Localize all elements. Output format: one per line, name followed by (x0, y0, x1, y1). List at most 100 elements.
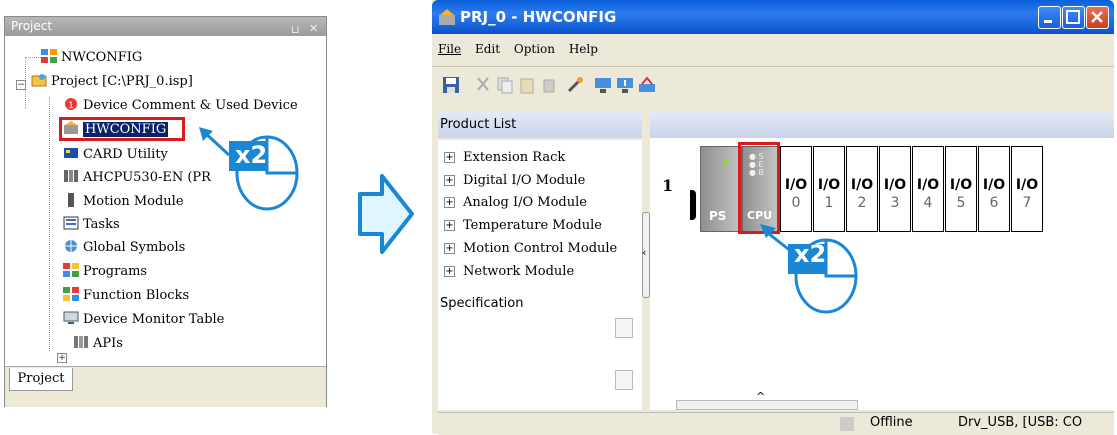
collapse-icon[interactable]: − (16, 80, 26, 90)
io-slot-5[interactable]: I/O 5 (945, 146, 977, 232)
expand-icon[interactable]: + (444, 152, 455, 163)
scan-icon[interactable] (566, 76, 584, 94)
menu-bar: File Edit Option Help (438, 42, 608, 62)
tree-item-label: Function Blocks (83, 288, 190, 303)
paste-icon[interactable] (518, 76, 536, 94)
product-item-analog-io[interactable]: + Analog I/O Module (444, 195, 587, 210)
copy-icon[interactable] (496, 76, 514, 94)
scroll-down-button[interactable] (615, 370, 633, 390)
io-slot-number: 1 (824, 195, 834, 211)
tree-item-function-blocks[interactable]: Function Blocks (63, 287, 189, 303)
product-item-temperature[interactable]: + Temperature Module (444, 218, 602, 233)
save-icon[interactable] (442, 76, 460, 94)
separator (432, 66, 1114, 67)
expand-icon[interactable]: + (57, 353, 67, 363)
minimize-button[interactable] (1038, 6, 1061, 29)
tree-item-label: Device Comment & Used Device (83, 98, 298, 113)
expand-icon[interactable]: + (444, 266, 455, 277)
programs-icon (63, 263, 79, 277)
io-label: I/O (1015, 177, 1039, 193)
io-slot-3[interactable]: I/O 3 (879, 146, 911, 232)
status-bar: Offline Drv_USB, [USB: CO (438, 412, 1114, 435)
scroll-up-button[interactable] (615, 318, 633, 338)
hardware-config-icon (439, 9, 455, 25)
delete-icon[interactable] (540, 76, 558, 94)
power-supply-module[interactable]: PS (700, 146, 742, 232)
splitter[interactable]: ‹ (642, 112, 650, 412)
chevron-up-icon[interactable]: ^ (756, 390, 765, 403)
tree-item-device-monitor-table[interactable]: Device Monitor Table (63, 311, 224, 327)
project-panel: Project ⊔ ✕ − + NWCONFIG Project [C:\PRJ… (4, 16, 327, 407)
expand-icon[interactable]: + (444, 197, 455, 208)
tree-item-label: Motion Module (83, 194, 184, 209)
expand-icon[interactable]: + (444, 175, 455, 186)
io-label: I/O (784, 177, 808, 193)
tree-item-card-utility[interactable]: CARD Utility (63, 146, 168, 162)
rack-number: 1 (662, 176, 674, 195)
io-slot-number: 3 (890, 195, 900, 211)
product-item-network[interactable]: + Network Module (444, 264, 574, 279)
status-connection: Drv_USB, [USB: CO (958, 415, 1083, 430)
tree-item-hwconfig[interactable]: HWCONFIG (59, 117, 185, 141)
io-slot-1[interactable]: I/O 1 (813, 146, 845, 232)
tree-item-cpu-device[interactable]: AHCPU530-EN (PR (63, 169, 211, 185)
tree-item-label: Programs (83, 264, 148, 279)
tree-item-motion-module[interactable]: Motion Module (63, 193, 184, 209)
maximize-button[interactable] (1062, 6, 1085, 29)
io-slot-6[interactable]: I/O 6 (978, 146, 1010, 232)
menu-file[interactable]: File (438, 42, 461, 56)
tree-item-tasks[interactable]: Tasks (63, 216, 120, 232)
io-label: I/O (982, 177, 1006, 193)
tree-item-project[interactable]: Project [C:\PRJ_0.isp] (31, 73, 193, 89)
expand-icon[interactable]: + (444, 243, 455, 254)
io-slot-2[interactable]: I/O 2 (846, 146, 878, 232)
tree-item-label: APIs (93, 336, 123, 351)
io-slot-number: 0 (791, 195, 801, 211)
tab-project[interactable]: Project (9, 368, 73, 391)
tree-item-device-comment[interactable]: 1 Device Comment & Used Device (63, 97, 298, 113)
product-item-digital-io[interactable]: + Digital I/O Module (444, 173, 585, 188)
highlight-box (59, 117, 185, 141)
menu-edit[interactable]: Edit (475, 42, 500, 56)
project-panel-title: Project (11, 19, 53, 33)
cut-icon[interactable] (474, 76, 492, 94)
chevron-left-icon[interactable]: ‹ (642, 246, 646, 259)
pin-icon[interactable]: ⊔ (291, 20, 300, 39)
horizontal-scrollbar[interactable] (676, 400, 858, 410)
io-slot-number: 2 (857, 195, 867, 211)
expand-icon[interactable]: + (444, 220, 455, 231)
tree-item-label: AHCPU530-EN (PR (83, 170, 211, 185)
double-click-badge: x2 (235, 141, 268, 169)
download-icon[interactable] (594, 76, 612, 94)
tree-item-apis[interactable]: APIs (73, 335, 123, 351)
highlight-box (738, 142, 780, 234)
menu-help[interactable]: Help (569, 42, 598, 56)
tree-item-label: Project [C:\PRJ_0.isp] (51, 74, 193, 89)
product-list-header: Product List (438, 112, 642, 138)
tree-item-label: Device Monitor Table (83, 312, 225, 327)
io-slot-number: 4 (923, 195, 933, 211)
tree-item-programs[interactable]: Programs (63, 263, 147, 279)
tree-item-global-symbols[interactable]: Global Symbols (63, 239, 185, 255)
tree-item-nwconfig[interactable]: NWCONFIG (41, 49, 142, 65)
product-item-motion-control[interactable]: + Motion Control Module (444, 241, 617, 256)
specification-header: Specification (440, 296, 524, 311)
product-item-label: Temperature Module (463, 218, 602, 233)
close-icon[interactable]: ✕ (309, 19, 318, 38)
online-mode-icon[interactable] (638, 76, 656, 94)
upload-icon[interactable] (616, 76, 634, 94)
io-slot-0[interactable]: I/O 0 (780, 146, 812, 232)
io-slot-4[interactable]: I/O 4 (912, 146, 944, 232)
io-slot-7[interactable]: I/O 7 (1011, 146, 1043, 232)
close-button[interactable] (1086, 6, 1109, 29)
io-label: I/O (883, 177, 907, 193)
double-click-callout (760, 224, 858, 314)
product-item-extension-rack[interactable]: + Extension Rack (444, 150, 565, 165)
tree-line (49, 97, 50, 351)
motion-module-icon (63, 193, 79, 207)
status-mode: Offline (870, 415, 913, 430)
device-comment-icon: 1 (63, 97, 79, 111)
tree-line (25, 57, 41, 58)
menu-option[interactable]: Option (514, 42, 555, 56)
double-click-badge: x2 (794, 240, 827, 268)
